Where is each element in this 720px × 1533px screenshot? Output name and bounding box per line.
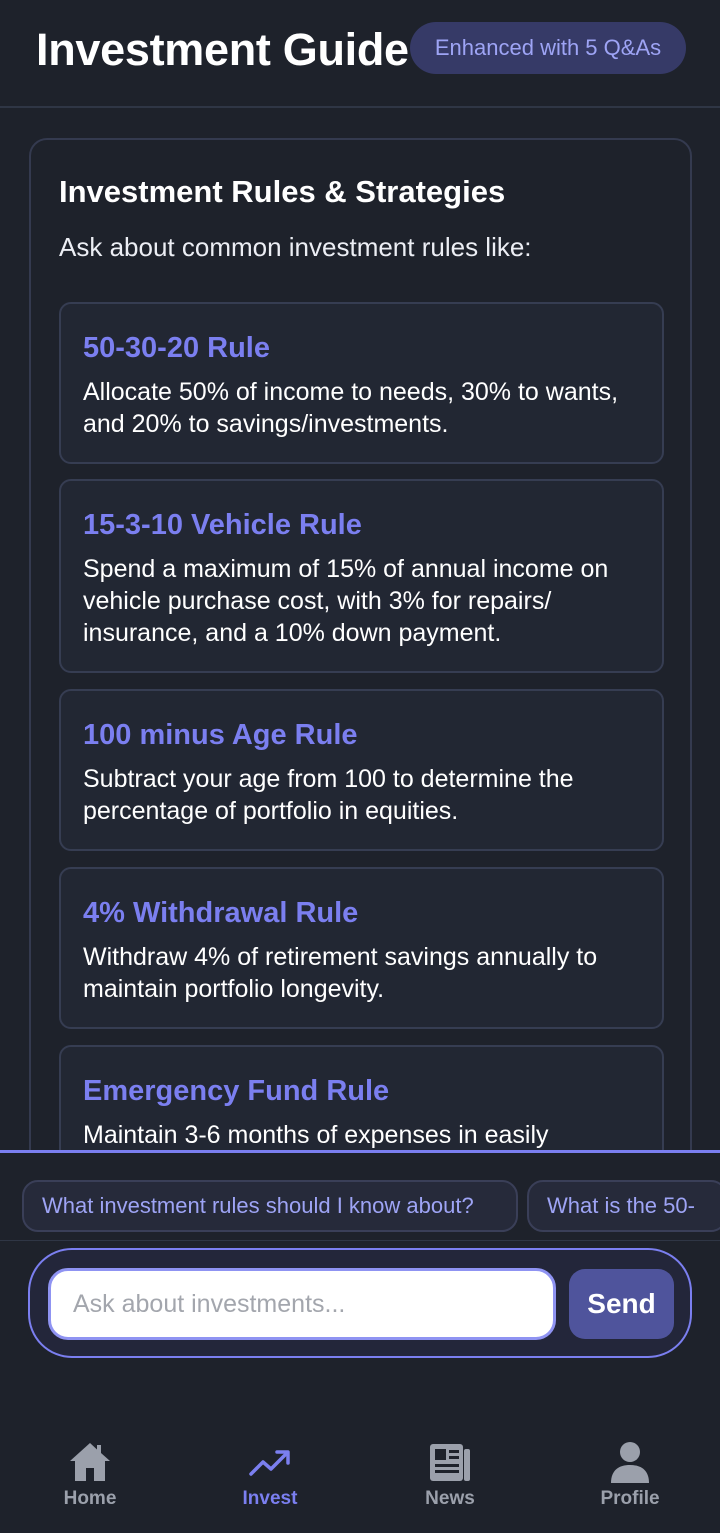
rule-description: Withdraw 4% of retirement savings annual…: [83, 943, 598, 1003]
rule-name: 4% Withdrawal Rule: [83, 897, 359, 929]
content-scroll-area[interactable]: Investment Rules & Strategies Ask about …: [0, 110, 720, 1150]
nav-label: Home: [63, 1488, 117, 1509]
rule-card-50-30-20[interactable]: 50-30-20 Rule Allocate 50% of income to …: [59, 302, 664, 464]
rule-name: 50-30-20 Rule: [83, 332, 270, 364]
nav-item-invest[interactable]: Invest: [180, 1420, 360, 1533]
nav-item-home[interactable]: Home: [0, 1420, 180, 1533]
suggestion-chip[interactable]: What is the 50-: [527, 1180, 720, 1232]
rule-card-vehicle[interactable]: 15-3-10 Vehicle Rule Spend a maximum of …: [59, 479, 664, 673]
qa-count-badge: Enhanced with 5 Q&As: [410, 22, 686, 74]
suggestion-chip[interactable]: What investment rules should I know abou…: [22, 1180, 518, 1232]
chat-input[interactable]: [48, 1268, 556, 1340]
page-title: Investment Guide: [36, 24, 409, 75]
rules-section-title: Investment Rules & Strategies: [59, 174, 506, 209]
home-icon: [70, 1443, 110, 1481]
rule-description: Allocate 50% of income to needs, 30% to …: [83, 378, 619, 438]
rule-name: 15-3-10 Vehicle Rule: [83, 509, 362, 541]
rules-section-intro: Ask about common investment rules like:: [59, 232, 532, 262]
rule-card-100-minus-age[interactable]: 100 minus Age Rule Subtract your age fro…: [59, 689, 664, 851]
send-button[interactable]: Send: [569, 1269, 674, 1339]
app-header: Investment Guide Enhanced with 5 Q&As: [0, 0, 720, 108]
rule-name: Emergency Fund Rule: [83, 1075, 390, 1107]
newspaper-icon: [430, 1444, 470, 1481]
nav-label: Invest: [242, 1488, 298, 1509]
trending-up-icon: [249, 1450, 290, 1476]
nav-label: Profile: [600, 1488, 660, 1509]
person-icon: [611, 1442, 649, 1483]
chat-input-bar: Send: [28, 1248, 692, 1358]
rules-card: Investment Rules & Strategies Ask about …: [29, 138, 692, 1150]
nav-item-profile[interactable]: Profile: [540, 1420, 720, 1533]
suggestion-chips: What investment rules should I know abou…: [0, 1153, 720, 1241]
rule-card-emergency-fund[interactable]: Emergency Fund Rule Maintain 3-6 months …: [59, 1045, 664, 1150]
rule-description: Spend a maximum of 15% of annual income …: [83, 555, 609, 647]
rule-description: Maintain 3-6 months of expenses in easil…: [83, 1121, 549, 1149]
nav-item-news[interactable]: News: [360, 1420, 540, 1533]
app-screen: Investment Guide Enhanced with 5 Q&As In…: [0, 0, 720, 1533]
rule-name: 100 minus Age Rule: [83, 719, 358, 751]
bottom-nav: Home Invest News Profile: [0, 1420, 720, 1533]
nav-label: News: [425, 1488, 475, 1509]
rule-card-withdrawal[interactable]: 4% Withdrawal Rule Withdraw 4% of retire…: [59, 867, 664, 1029]
rule-description: Subtract your age from 100 to determine …: [83, 765, 574, 825]
